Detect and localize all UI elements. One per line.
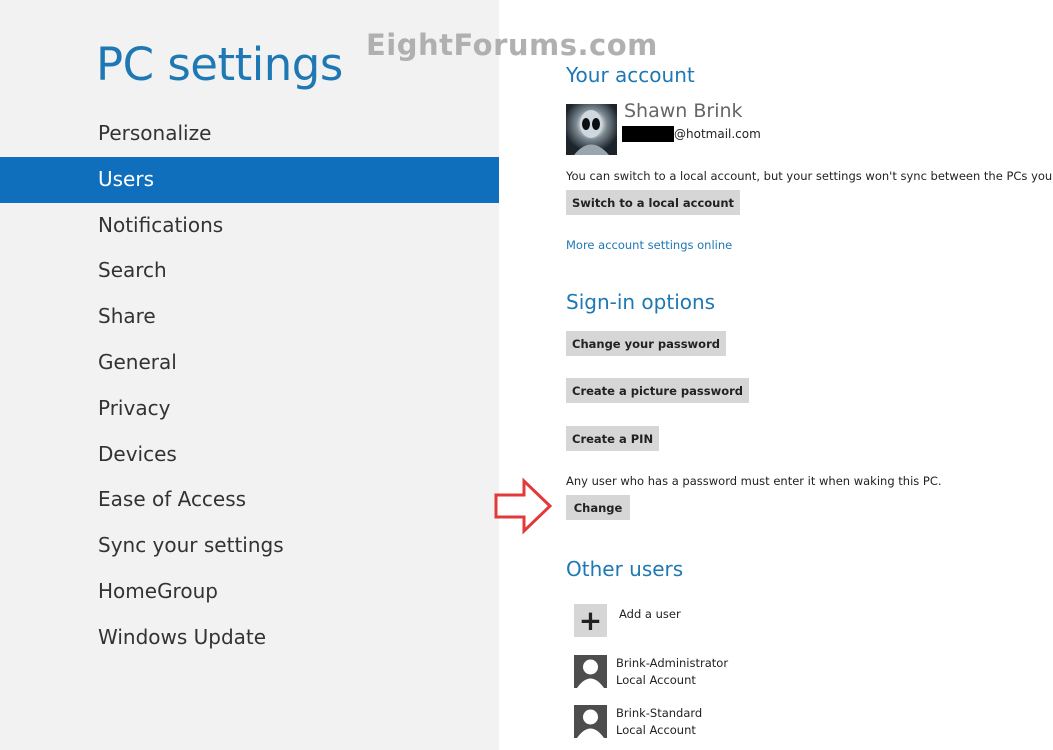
other-users-heading: Other users (566, 557, 684, 581)
nav-item-windows-update[interactable]: Windows Update (0, 615, 499, 661)
plus-icon[interactable]: + (574, 604, 607, 637)
settings-nav: Personalize Users Notifications Search S… (0, 111, 499, 661)
nav-item-personalize[interactable]: Personalize (0, 111, 499, 157)
left-pane: PC settings Personalize Users Notificati… (0, 0, 499, 750)
redaction-bar (622, 126, 674, 142)
change-password-button[interactable]: Change your password (566, 331, 726, 356)
nav-item-ease-of-access[interactable]: Ease of Access (0, 477, 499, 523)
nav-item-homegroup[interactable]: HomeGroup (0, 569, 499, 615)
user-account-type: Local Account (616, 673, 696, 687)
nav-item-users[interactable]: Users (0, 156, 499, 203)
user-text: Brink-Administrator Local Account (616, 655, 728, 689)
user-account-type: Local Account (616, 723, 696, 737)
your-account-heading: Your account (566, 63, 695, 87)
more-account-settings-link[interactable]: More account settings online (566, 238, 732, 252)
nav-item-devices[interactable]: Devices (0, 432, 499, 478)
user-avatar-icon (574, 655, 607, 688)
red-arrow-icon (494, 477, 553, 535)
account-email: @hotmail.com (622, 126, 761, 142)
waking-password-note: Any user who has a password must enter i… (566, 474, 942, 488)
create-pin-button[interactable]: Create a PIN (566, 426, 660, 451)
add-user-row[interactable]: + Add a user (574, 604, 681, 637)
change-button[interactable]: Change (566, 495, 630, 520)
alien-avatar-icon (574, 110, 609, 155)
user-item[interactable]: Brink-Standard Local Account (574, 705, 702, 739)
user-text: Brink-Standard Local Account (616, 705, 702, 739)
nav-item-privacy[interactable]: Privacy (0, 386, 499, 432)
sign-in-options-heading: Sign-in options (566, 290, 716, 314)
nav-item-share[interactable]: Share (0, 294, 499, 340)
account-name: Shawn Brink (624, 100, 743, 122)
add-user-label: Add a user (619, 607, 681, 621)
nav-item-notifications[interactable]: Notifications (0, 203, 499, 249)
account-email-suffix: @hotmail.com (674, 127, 761, 141)
switch-account-note: You can switch to a local account, but y… (566, 169, 1053, 183)
switch-local-account-button[interactable]: Switch to a local account (566, 190, 741, 215)
watermark: EightForums.com (366, 28, 658, 62)
account-avatar (566, 104, 617, 155)
picture-password-button[interactable]: Create a picture password (566, 378, 749, 403)
nav-item-general[interactable]: General (0, 340, 499, 386)
user-name: Brink-Administrator (616, 656, 729, 670)
page-title: PC settings (96, 38, 343, 91)
nav-item-sync-settings[interactable]: Sync your settings (0, 523, 499, 569)
nav-item-search[interactable]: Search (0, 248, 499, 294)
user-avatar-icon (574, 705, 607, 738)
user-item[interactable]: Brink-Administrator Local Account (574, 655, 728, 689)
user-name: Brink-Standard (616, 706, 703, 720)
